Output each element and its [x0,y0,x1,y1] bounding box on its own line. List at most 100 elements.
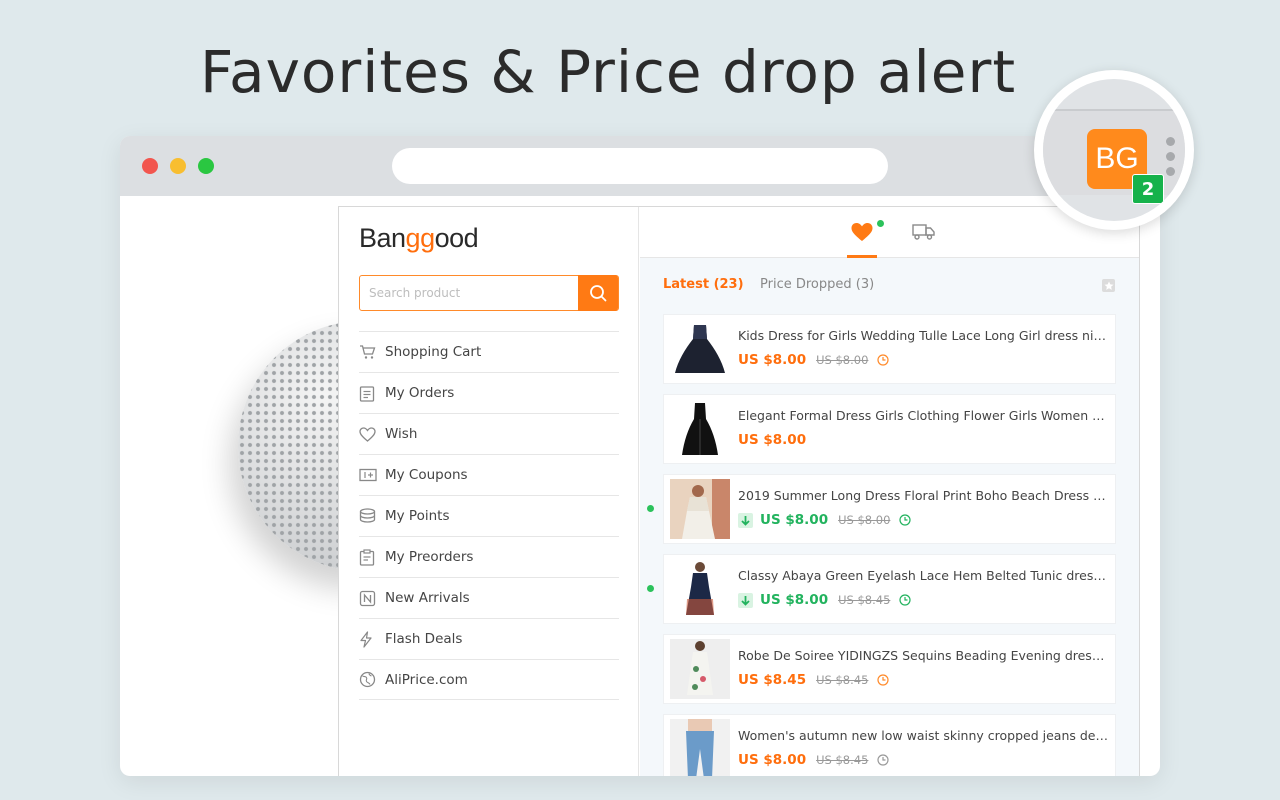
browser-window: Banggood Shopping Cart [120,136,1160,776]
product-thumbnail [670,559,730,619]
sidebar-item-label: My Preorders [385,549,474,565]
product-row[interactable]: Classy Abaya Green Eyelash Lace Hem Belt… [647,554,1116,624]
new-arrivals-icon [359,588,385,608]
preorder-icon [359,547,385,567]
clock-icon[interactable] [899,594,911,606]
sidebar-item-my-coupons[interactable]: My Coupons [359,454,619,495]
product-row[interactable]: 2019 Summer Long Dress Floral Print Boho… [647,474,1116,544]
product-thumbnail [670,479,730,539]
minimize-window-button[interactable] [170,158,186,174]
current-price: US $8.00 [738,752,807,768]
star-icon [1104,281,1113,290]
price-row: US $8.00 US $8.00 [738,352,889,368]
product-row[interactable]: Robe De Soiree YIDINGZS Sequins Beading … [663,634,1116,704]
price-row: US $8.00 US $8.00 [738,512,911,528]
sidebar-item-shopping-cart[interactable]: Shopping Cart [359,331,619,372]
product-thumbnail [670,639,730,699]
current-price: US $8.00 [760,592,829,608]
extension-icon-magnifier: BG 2 [1034,70,1194,230]
price-row: US $8.00 US $8.45 [738,752,889,768]
product-thumbnail [670,319,730,379]
heart-icon [851,223,873,241]
product-title: Kids Dress for Girls Wedding Tulle Lace … [738,328,1110,343]
product-thumbnail [670,719,730,776]
original-price: US $8.45 [816,753,869,767]
original-price: US $8.45 [816,673,869,687]
new-notification-dot [877,220,884,227]
sidebar-item-flash-deals[interactable]: Flash Deals [359,618,619,659]
search-input[interactable] [360,276,580,310]
coupon-icon [359,465,385,485]
sidebar-item-my-points[interactable]: My Points [359,495,619,536]
price-row: US $8.00 [738,432,806,448]
points-icon [359,506,385,526]
product-row[interactable]: Kids Dress for Girls Wedding Tulle Lace … [663,314,1116,384]
globe-icon [359,670,385,690]
sidebar-item-wish[interactable]: Wish [359,413,619,454]
sidebar-item-label: Shopping Cart [385,344,482,360]
active-tab-indicator [847,255,877,258]
product-title: Elegant Formal Dress Girls Clothing Flow… [738,408,1110,423]
product-row[interactable]: Elegant Formal Dress Girls Clothing Flow… [663,394,1116,464]
product-title: Women's autumn new low waist skinny crop… [738,728,1110,743]
sidebar-item-label: My Orders [385,385,455,401]
tab-shipping[interactable] [912,223,936,245]
clock-icon[interactable] [899,514,911,526]
logo-text-1: Ban [359,223,406,253]
product-thumbnail [670,399,730,459]
search-box [359,275,619,311]
search-button[interactable] [578,275,618,311]
browser-toolbar-zoom: BG 2 [1043,79,1185,221]
sidebar-item-label: Wish [385,426,418,442]
price-row: US $8.00 US $8.45 [738,592,911,608]
star-filter-button[interactable] [1102,279,1115,292]
banggood-logo[interactable]: Banggood [359,223,479,254]
product-row[interactable]: Women's autumn new low waist skinny crop… [663,714,1116,776]
product-title: 2019 Summer Long Dress Floral Print Boho… [738,488,1110,503]
close-window-button[interactable] [142,158,158,174]
current-price: US $8.00 [738,432,807,448]
original-price: US $8.45 [838,593,891,607]
sidebar-item-my-preorders[interactable]: My Preorders [359,536,619,577]
kebab-menu-icon[interactable] [1166,137,1176,182]
clock-icon[interactable] [877,754,889,766]
tab-favorites[interactable] [847,217,877,258]
price-drop-arrow-icon [738,512,753,528]
tab-latest[interactable]: Latest (23) [663,277,744,292]
notification-badge: 2 [1132,174,1164,204]
product-title: Robe De Soiree YIDINGZS Sequins Beading … [738,648,1110,663]
sidebar-item-label: Flash Deals [385,631,463,647]
original-price: US $8.00 [816,353,869,367]
original-price: US $8.00 [838,513,891,527]
clock-icon[interactable] [877,354,889,366]
current-price: US $8.00 [738,352,807,368]
sidebar-item-new-arrivals[interactable]: New Arrivals [359,577,619,618]
address-bar[interactable] [392,148,888,184]
sidebar-item-aliprice[interactable]: AliPrice.com [359,659,619,700]
heart-outline-icon [359,424,385,444]
sidebar-item-my-orders[interactable]: My Orders [359,372,619,413]
sidebar-item-label: My Coupons [385,467,468,483]
popup-sidebar: Banggood Shopping Cart [339,207,639,776]
clock-icon[interactable] [877,674,889,686]
product-list: Kids Dress for Girls Wedding Tulle Lace … [647,314,1116,776]
product-title: Classy Abaya Green Eyelash Lace Hem Belt… [738,568,1110,583]
favorites-panel: Latest (23) Price Dropped (3) Kids Dress… [640,207,1139,776]
price-row: US $8.45 US $8.45 [738,672,889,688]
orders-icon [359,383,385,403]
new-item-dot [647,585,654,592]
sidebar-menu: Shopping Cart My Orders Wish My Coupons … [359,331,619,700]
current-price: US $8.45 [738,672,807,688]
tab-price-dropped[interactable]: Price Dropped (3) [760,277,874,292]
sidebar-item-label: AliPrice.com [385,671,468,688]
panel-tab-bar [640,207,1139,258]
logo-text-3: ood [434,223,479,253]
lightning-icon [359,629,385,649]
cart-icon [359,342,385,362]
logo-text-2: gg [405,223,436,253]
maximize-window-button[interactable] [198,158,214,174]
sidebar-item-label: New Arrivals [385,590,470,606]
current-price: US $8.00 [760,512,829,528]
sidebar-item-label: My Points [385,508,450,524]
search-icon [590,285,607,302]
